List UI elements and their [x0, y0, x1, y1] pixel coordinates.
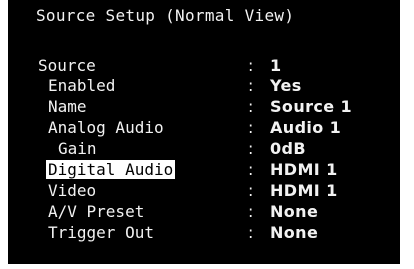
row-separator: : — [248, 118, 254, 137]
menu-row-name[interactable]: Name : Source 1 — [38, 97, 398, 116]
row-value: Audio 1 — [270, 118, 342, 137]
menu-row-enabled[interactable]: Enabled : Yes — [38, 76, 398, 95]
row-label: Source — [38, 56, 96, 75]
menu-row-digital-audio[interactable]: Digital Audio : HDMI 1 — [38, 160, 398, 179]
menu-row-video[interactable]: Video : HDMI 1 — [38, 181, 398, 200]
row-label: Name — [48, 97, 87, 116]
row-separator: : — [248, 56, 254, 75]
row-value: None — [270, 202, 319, 221]
row-label: Analog Audio — [48, 118, 164, 137]
row-value: 0dB — [270, 139, 306, 158]
menu-row-analog-audio[interactable]: Analog Audio : Audio 1 — [38, 118, 398, 137]
menu-row-source[interactable]: Source : 1 — [38, 56, 398, 75]
row-label: Trigger Out — [48, 223, 154, 242]
row-value: Source 1 — [270, 97, 353, 116]
row-value: Yes — [270, 76, 302, 95]
row-value: 1 — [270, 56, 282, 75]
row-value: None — [270, 223, 319, 242]
row-label: Video — [48, 181, 97, 200]
row-separator: : — [248, 223, 254, 242]
row-value: HDMI 1 — [270, 181, 338, 200]
row-separator: : — [248, 160, 254, 179]
row-label: Enabled — [48, 76, 116, 95]
row-separator: : — [248, 76, 254, 95]
menu-row-av-preset[interactable]: A/V Preset : None — [38, 202, 398, 221]
row-separator: : — [248, 139, 254, 158]
row-label: A/V Preset — [48, 202, 145, 221]
row-label: Gain — [58, 139, 97, 158]
row-separator: : — [248, 181, 254, 200]
row-value: HDMI 1 — [270, 160, 338, 179]
screen-title: Source Setup (Normal View) — [36, 6, 295, 25]
menu-row-trigger-out[interactable]: Trigger Out : None — [38, 223, 398, 242]
osd-screen: Source Setup (Normal View) Source : 1 En… — [8, 0, 400, 264]
row-separator: : — [248, 97, 254, 116]
row-separator: : — [248, 202, 254, 221]
row-label-selected: Digital Audio — [46, 160, 176, 179]
menu-row-gain[interactable]: Gain : 0dB — [38, 139, 398, 158]
